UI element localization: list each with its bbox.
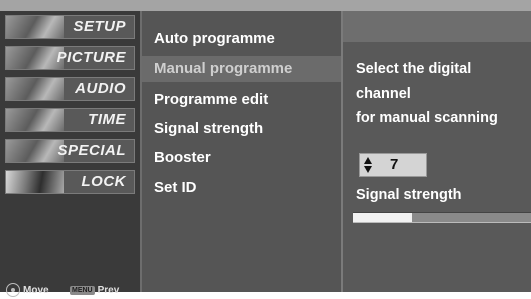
navigation-pad-icon xyxy=(6,283,20,297)
move-hint: Move xyxy=(6,281,49,299)
category-label: SPECIAL xyxy=(57,142,126,159)
menu-item-auto-programme[interactable]: Auto programme xyxy=(142,26,341,52)
category-time[interactable]: TIME xyxy=(5,108,135,132)
lock-thumbnail-icon xyxy=(6,171,64,193)
picture-thumbnail-icon xyxy=(6,47,64,69)
menu-item-signal-strength[interactable]: Signal strength xyxy=(142,116,341,142)
signal-strength-fill xyxy=(353,213,412,222)
category-label: PICTURE xyxy=(56,49,126,66)
menu-item-programme-edit[interactable]: Programme edit xyxy=(142,87,341,113)
tv-osd-screen: SETUP PICTURE AUDIO TIME SPECIAL LOCK Mo… xyxy=(0,0,531,297)
category-label: LOCK xyxy=(81,173,126,190)
menu-item-booster[interactable]: Booster xyxy=(142,145,341,171)
up-down-arrow-icon[interactable] xyxy=(363,157,373,173)
menu-key-icon: MENU xyxy=(70,285,95,295)
category-lock[interactable]: LOCK xyxy=(5,170,135,194)
category-panel: SETUP PICTURE AUDIO TIME SPECIAL LOCK Mo… xyxy=(0,11,142,297)
category-label: AUDIO xyxy=(75,80,126,97)
detail-panel: Select the digital channel for manual sc… xyxy=(343,11,531,292)
top-bar xyxy=(0,0,531,11)
category-audio[interactable]: AUDIO xyxy=(5,77,135,101)
signal-strength-label: Signal strength xyxy=(356,187,462,203)
time-thumbnail-icon xyxy=(6,109,64,131)
category-label: SETUP xyxy=(73,18,126,35)
special-thumbnail-icon xyxy=(6,140,64,162)
detail-header xyxy=(343,11,531,42)
instruction-line-1: Select the digital xyxy=(356,61,472,77)
category-special[interactable]: SPECIAL xyxy=(5,139,135,163)
channel-value: 7 xyxy=(390,156,399,173)
category-label: TIME xyxy=(88,111,126,128)
menu-item-set-id[interactable]: Set ID xyxy=(142,175,341,201)
instruction-line-2: channel xyxy=(356,86,411,102)
instruction-line-3: for manual scanning xyxy=(356,110,498,126)
audio-thumbnail-icon xyxy=(6,78,64,100)
category-setup[interactable]: SETUP xyxy=(5,15,135,39)
setup-menu: Auto programme Manual programme Programm… xyxy=(142,11,341,292)
category-picture[interactable]: PICTURE xyxy=(5,46,135,70)
channel-spinner[interactable]: 7 xyxy=(359,153,427,177)
signal-strength-meter xyxy=(353,212,531,223)
prev-hint: MENU Prev xyxy=(70,281,119,299)
menu-item-manual-programme[interactable]: Manual programme xyxy=(142,56,341,82)
setup-thumbnail-icon xyxy=(6,16,64,38)
